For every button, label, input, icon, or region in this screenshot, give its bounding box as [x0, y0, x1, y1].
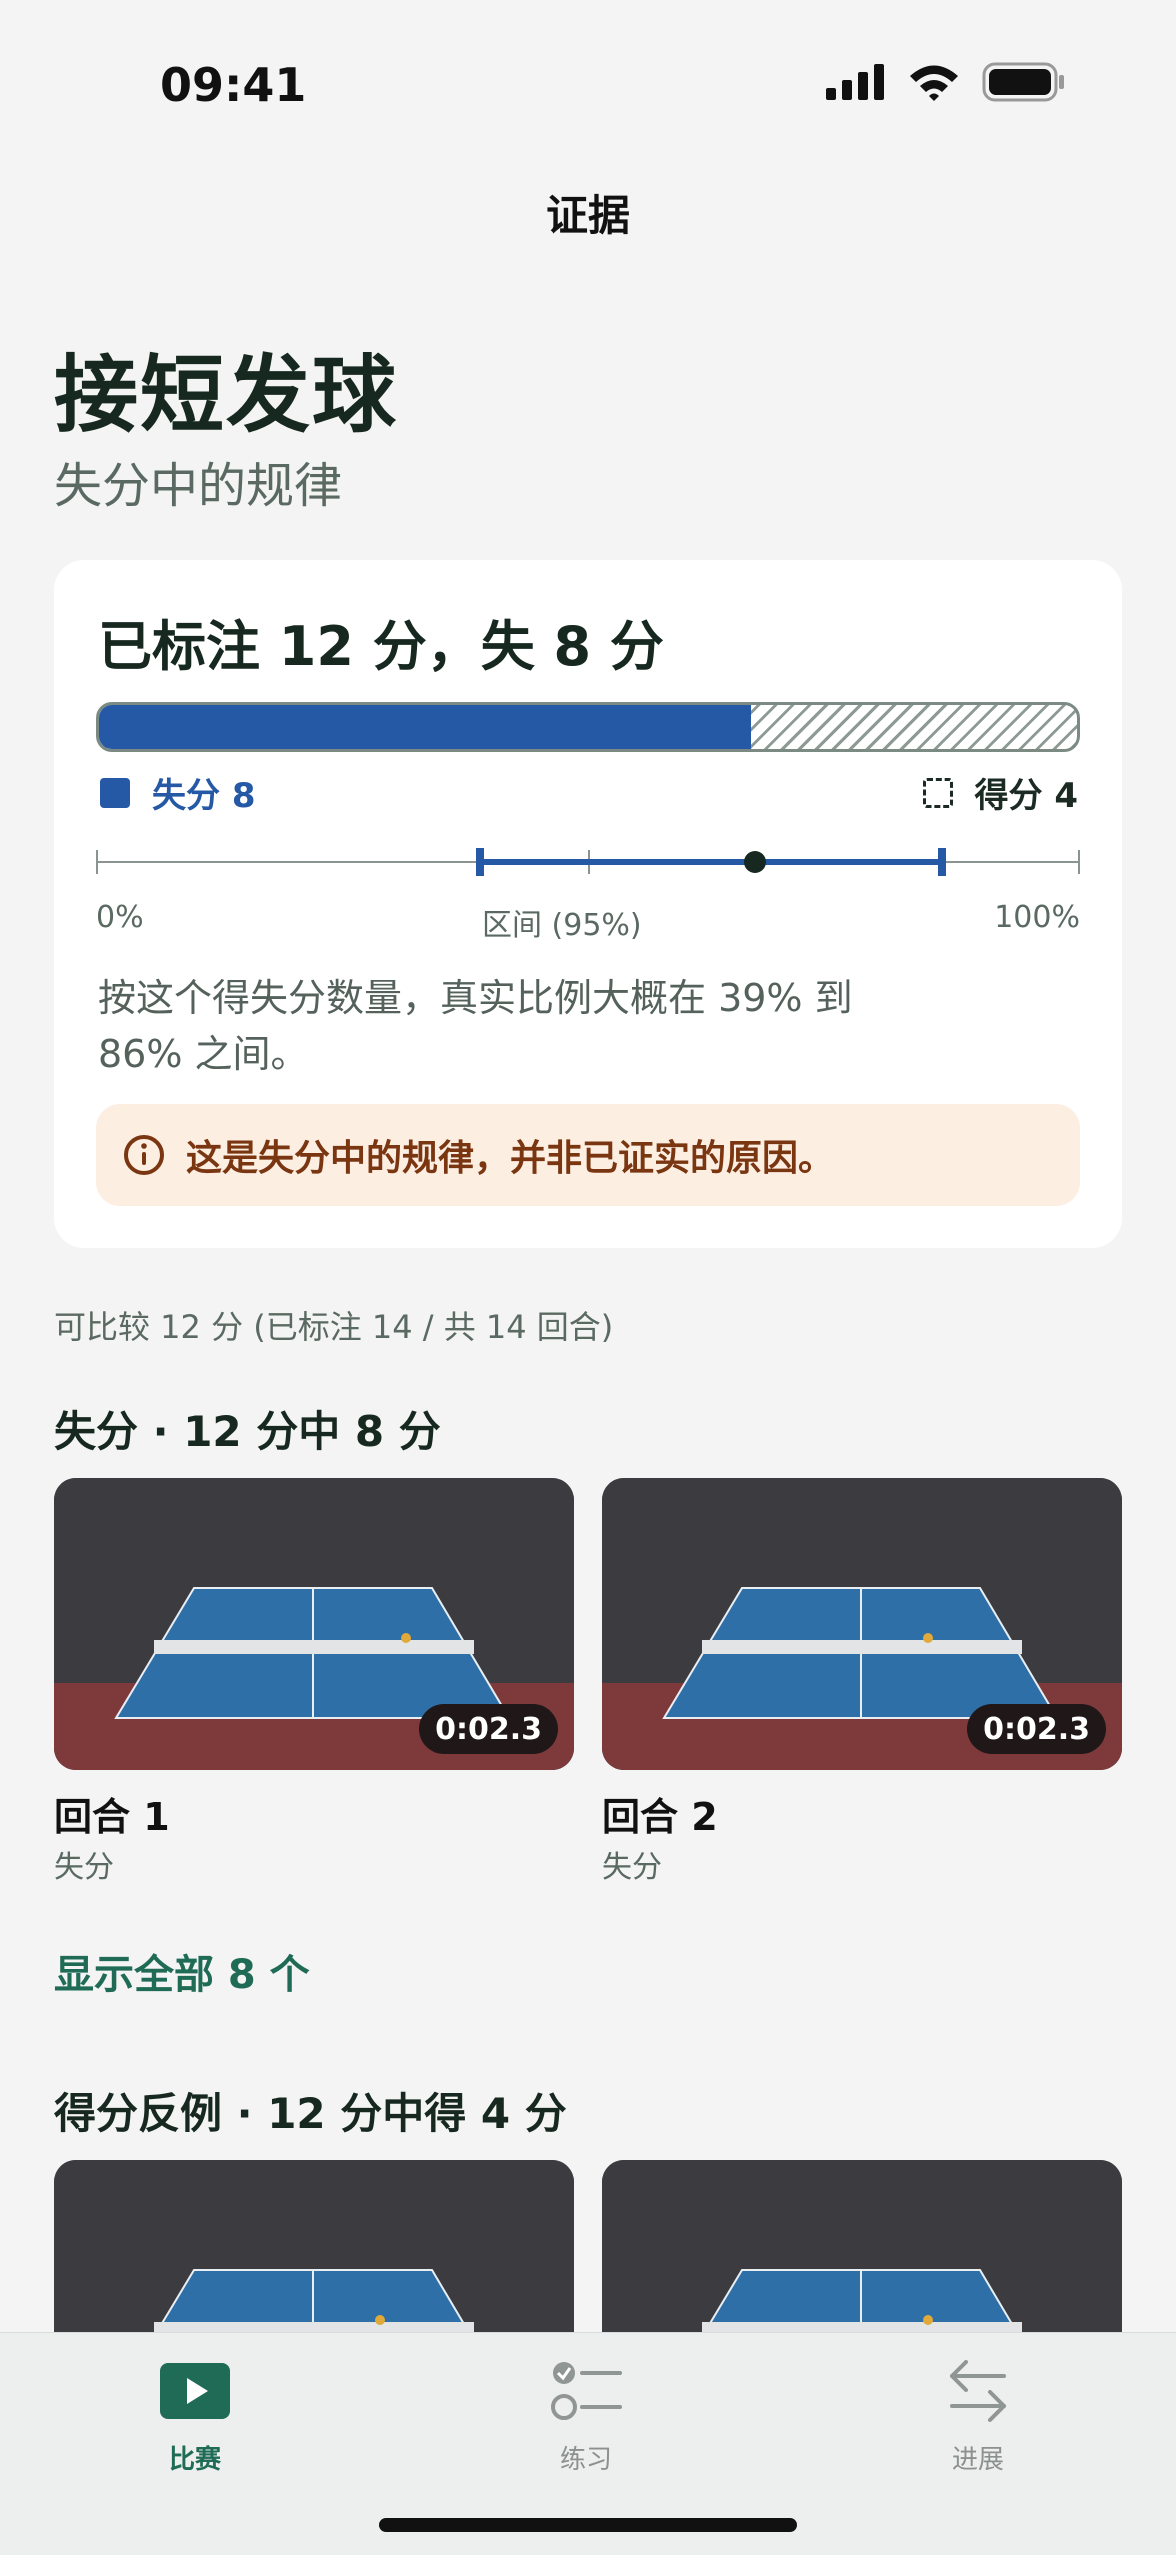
checklist-icon: [551, 2362, 622, 2420]
legend-won-swatch: [922, 777, 953, 808]
play-icon: [160, 2363, 230, 2419]
tab-label: 进展: [951, 2445, 1004, 2475]
ci-label-max: 100%: [994, 900, 1080, 935]
proportion-bar-lost-fill: [99, 705, 752, 749]
confidence-interval-axis: [96, 842, 1080, 882]
legend-won-label: 得分 4: [974, 776, 1079, 816]
tab-practice[interactable]: 练习: [486, 2351, 686, 2476]
won-section-title: 得分反例 · 12 分中得 4 分: [54, 2089, 567, 2138]
legend-lost-label: 失分 8: [152, 776, 256, 816]
tab-match[interactable]: 比赛: [95, 2351, 295, 2476]
clip-subtitle: 失分: [54, 1850, 114, 1885]
status-time: 09:41: [160, 58, 307, 112]
table-tennis-table-icon: [602, 2160, 1122, 2350]
summary-card: 已标注 12 分，失 8 分 失分 8 得分 4 0% 区间 (95%) 100…: [54, 560, 1122, 1248]
home-indicator: [379, 2518, 797, 2532]
clip-thumbnail-1[interactable]: 0:02.3: [54, 1478, 574, 1770]
legend-won: 得分 4: [922, 768, 1079, 817]
legend-lost-swatch: [100, 777, 130, 808]
tab-progress[interactable]: 进展: [878, 2351, 1078, 2476]
clip-title: 回合 2: [602, 1795, 718, 1839]
caution-note-text: 这是失分中的规律，并非已证实的原因。: [186, 1138, 835, 1179]
nav-title: 证据: [545, 191, 630, 240]
clip-duration: 0:02.3: [419, 1704, 558, 1754]
clip-subtitle: 失分: [602, 1850, 662, 1885]
legend-lost: 失分 8: [100, 768, 256, 817]
tab-label: 练习: [559, 2445, 612, 2475]
ci-label-min: 0%: [96, 900, 144, 935]
clip-duration: 0:02.3: [967, 1704, 1106, 1754]
battery-icon: [982, 62, 1064, 102]
caution-note: 这是失分中的规律，并非已证实的原因。: [96, 1104, 1080, 1206]
lost-section-title: 失分 · 12 分中 8 分: [54, 1407, 441, 1456]
arrows-icon: [950, 2360, 1006, 2422]
counterexample-thumbnail-2[interactable]: [602, 2160, 1122, 2350]
info-icon: [124, 1135, 164, 1175]
ci-high-cap: [938, 848, 947, 876]
tab-label: 比赛: [168, 2445, 221, 2475]
ci-low-cap: [475, 848, 484, 876]
table-tennis-table-icon: [54, 2160, 574, 2350]
page-title: 接短发球: [54, 346, 399, 444]
clip-title: 回合 1: [54, 1795, 170, 1839]
comparable-count: 可比较 12 分 (已标注 14 / 共 14 回合): [54, 1308, 614, 1346]
ci-label-mid: 区间 (95%): [482, 908, 642, 943]
ci-tick-max: [1078, 850, 1080, 874]
clip-thumbnail-2[interactable]: 0:02.3: [602, 1478, 1122, 1770]
status-icons: [826, 62, 1066, 102]
summary-headline: 已标注 12 分，失 8 分: [98, 615, 664, 678]
signal-icon: [826, 64, 884, 100]
ci-range: [479, 859, 943, 865]
ci-explanation: 按这个得失分数量，真实比例大概在 39% 到 86% 之间。: [98, 976, 853, 1076]
proportion-bar: [96, 702, 1080, 752]
ci-point-estimate: [744, 851, 767, 873]
show-all-link[interactable]: 显示全部 8 个: [54, 1942, 310, 2000]
ci-tick-min: [96, 850, 98, 874]
wifi-icon: [910, 65, 958, 101]
counterexample-thumbnail-1[interactable]: [54, 2160, 574, 2350]
status-bar: 09:41: [0, 0, 1176, 160]
page-subtitle: 失分中的规律: [54, 458, 343, 514]
